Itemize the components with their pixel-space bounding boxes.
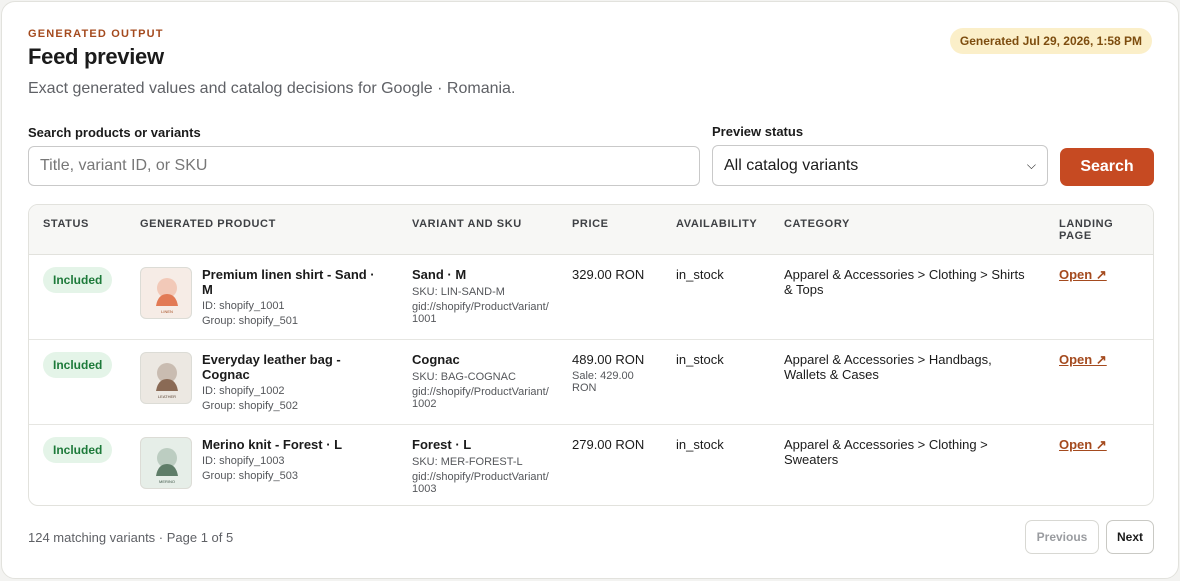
knit-thumbnail-icon: MERINO <box>156 448 178 484</box>
svg-text:LINEN: LINEN <box>161 309 173 314</box>
th-status: STATUS <box>43 218 89 230</box>
product-group: Group: shopify_501 <box>202 315 299 327</box>
variant-sku: SKU: MER-FOREST-L <box>412 456 523 468</box>
product-name: Merino knit - Forest · L <box>202 437 343 452</box>
status-selected-value: All catalog variants <box>724 156 859 174</box>
th-price: PRICE <box>572 218 609 230</box>
product-thumbnail: MERINO <box>140 437 192 489</box>
table-row: Included LINEN Premium linen shirt - San… <box>29 255 1153 340</box>
chevron-down-icon: ⌵ <box>1026 158 1036 172</box>
previous-page-button[interactable]: Previous <box>1025 520 1099 554</box>
svg-text:LEATHER: LEATHER <box>158 394 176 399</box>
product-name: Premium linen shirt - Sand · M <box>202 267 375 297</box>
variant-sku: SKU: LIN-SAND-M <box>412 286 505 298</box>
table-row: Included LEATHER Everyday leather bag - … <box>29 340 1153 425</box>
table-row: Included MERINO Merino knit - Forest · L… <box>29 425 1153 505</box>
status-badge: Included <box>43 267 113 293</box>
feed-preview-card: GENERATED OUTPUT Feed preview Exact gene… <box>1 1 1179 579</box>
preview-status-select[interactable]: All catalog variants ⌵ <box>712 145 1048 186</box>
price: 329.00 RON <box>572 267 645 282</box>
availability: in_stock <box>676 437 724 452</box>
product-id: ID: shopify_1003 <box>202 455 285 467</box>
next-page-button[interactable]: Next <box>1106 520 1154 554</box>
availability: in_stock <box>676 267 724 282</box>
variant-gid: gid://shopify/ProductVariant/1001 <box>412 301 549 325</box>
price: 489.00 RON <box>572 352 645 367</box>
variant-name: Cognac <box>412 352 460 367</box>
generated-badge: Generated Jul 29, 2026, 1:58 PM <box>949 28 1152 54</box>
status-label: Preview status <box>712 124 804 139</box>
page-subtitle: Exact generated values and catalog decis… <box>28 80 516 97</box>
variant-gid: gid://shopify/ProductVariant/1003 <box>412 471 549 495</box>
variant-sku: SKU: BAG-COGNAC <box>412 371 516 383</box>
status-badge: Included <box>43 352 113 378</box>
th-availability: AVAILABILITY <box>676 218 758 230</box>
product-name: Everyday leather bag - Cognac <box>202 352 341 382</box>
search-label: Search products or variants <box>28 125 201 140</box>
variants-table: STATUS GENERATED PRODUCT VARIANT AND SKU… <box>28 204 1154 506</box>
search-button[interactable]: Search <box>1060 148 1154 186</box>
pagination-summary: 124 matching variants · Page 1 of 5 <box>28 530 234 545</box>
sale-price: Sale: 429.00 RON <box>572 370 634 394</box>
open-landing-link[interactable]: Open ↗ <box>1059 352 1107 368</box>
category: Apparel & Accessories > Handbags, Wallet… <box>784 352 992 382</box>
product-group: Group: shopify_502 <box>202 400 299 412</box>
open-landing-link[interactable]: Open ↗ <box>1059 267 1107 283</box>
search-input[interactable] <box>28 146 700 186</box>
product-group: Group: shopify_503 <box>202 470 299 482</box>
category: Apparel & Accessories > Clothing > Shirt… <box>784 267 1025 297</box>
variant-gid: gid://shopify/ProductVariant/1002 <box>412 386 549 410</box>
th-landing-line1: LANDING <box>1059 218 1114 230</box>
shirt-thumbnail-icon: LINEN <box>156 278 178 314</box>
bag-thumbnail-icon: LEATHER <box>156 363 178 399</box>
product-id: ID: shopify_1001 <box>202 300 285 312</box>
product-thumbnail: LEATHER <box>140 352 192 404</box>
variant-name: Sand · M <box>412 267 467 282</box>
category: Apparel & Accessories > Clothing > Sweat… <box>784 437 988 467</box>
variant-name: Forest · L <box>412 437 472 452</box>
svg-text:MERINO: MERINO <box>159 479 175 484</box>
page-title: Feed preview <box>28 44 164 69</box>
th-variant: VARIANT AND SKU <box>412 218 522 230</box>
availability: in_stock <box>676 352 724 367</box>
th-landing-page: LANDING PAGE <box>1059 218 1113 242</box>
open-landing-link[interactable]: Open ↗ <box>1059 437 1107 453</box>
product-thumbnail: LINEN <box>140 267 192 319</box>
th-product: GENERATED PRODUCT <box>140 218 276 230</box>
th-category: CATEGORY <box>784 218 850 230</box>
status-badge: Included <box>43 437 113 463</box>
price: 279.00 RON <box>572 437 645 452</box>
table-header: STATUS GENERATED PRODUCT VARIANT AND SKU… <box>29 205 1153 255</box>
eyebrow-label: GENERATED OUTPUT <box>28 28 164 40</box>
product-id: ID: shopify_1002 <box>202 385 285 397</box>
th-landing-line2: PAGE <box>1059 230 1092 242</box>
